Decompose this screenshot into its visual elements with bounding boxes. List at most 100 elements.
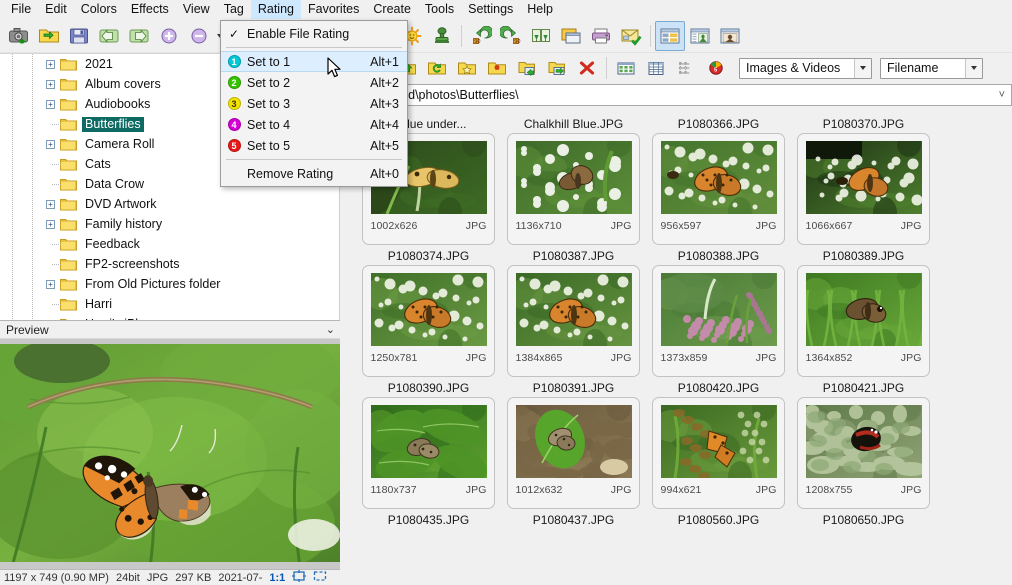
window-mode-icon[interactable] bbox=[556, 21, 586, 51]
thumbnail-preview[interactable] bbox=[661, 273, 777, 346]
copy-to-folder-icon[interactable] bbox=[512, 53, 542, 83]
actual-size-icon[interactable] bbox=[313, 570, 327, 585]
open-folder-icon[interactable] bbox=[34, 21, 64, 51]
file-type-filter-caret-icon[interactable] bbox=[854, 59, 871, 78]
thumbnail-card[interactable]: 1364x852JPG bbox=[797, 265, 930, 377]
thumbnail-cell[interactable]: P1080560.JPG bbox=[646, 512, 791, 529]
clone-stamp-icon[interactable] bbox=[427, 21, 457, 51]
thumbnail-card[interactable]: 1012x632JPG bbox=[507, 397, 640, 509]
menu-file[interactable]: File bbox=[4, 0, 38, 19]
thumbnail-preview[interactable] bbox=[661, 141, 777, 214]
thumbnail-cell[interactable]: P1080387.JPG1384x865JPG bbox=[501, 248, 646, 377]
thumbnail-cell[interactable]: P1080420.JPG994x621JPG bbox=[646, 380, 791, 509]
thumbnail-preview[interactable] bbox=[661, 405, 777, 478]
acquire-images-icon[interactable] bbox=[4, 21, 34, 51]
save-as-icon[interactable] bbox=[64, 21, 94, 51]
thumbnail-cell[interactable]: P1080389.JPG1364x852JPG bbox=[791, 248, 936, 377]
compare-images-icon[interactable] bbox=[526, 21, 556, 51]
folder-path-bar[interactable]: k\NextCloud\photos\Butterflies\ ˅ bbox=[340, 84, 1012, 106]
menu-settings[interactable]: Settings bbox=[461, 0, 520, 19]
menu-effects[interactable]: Effects bbox=[124, 0, 176, 19]
path-dropdown-chevron-icon[interactable]: ˅ bbox=[999, 89, 1005, 101]
tree-item-fp2-screenshots[interactable]: FP2-screenshots bbox=[0, 254, 339, 274]
previous-image-icon[interactable] bbox=[94, 21, 124, 51]
thumbnail-card[interactable]: 1250x781JPG bbox=[362, 265, 495, 377]
zoom-in-icon[interactable] bbox=[154, 21, 184, 51]
expand-toggle-icon[interactable]: + bbox=[46, 200, 55, 209]
menu-item-set-to-3[interactable]: 3Set to 3Alt+3 bbox=[221, 93, 407, 114]
new-folder-icon[interactable] bbox=[482, 53, 512, 83]
expand-toggle-icon[interactable]: + bbox=[46, 220, 55, 229]
sort-by-caret-icon[interactable] bbox=[965, 59, 982, 78]
menu-item-enable-file-rating[interactable]: ✓ Enable File Rating bbox=[221, 23, 407, 44]
menu-edit[interactable]: Edit bbox=[38, 0, 74, 19]
thumbnail-cell[interactable]: Chalkhill Blue.JPG1136x710JPG bbox=[501, 116, 646, 245]
refresh-folder-icon[interactable] bbox=[422, 53, 452, 83]
thumbnail-card[interactable]: 1136x710JPG bbox=[507, 133, 640, 245]
menu-item-set-to-4[interactable]: 4Set to 4Alt+4 bbox=[221, 114, 407, 135]
menu-favorites[interactable]: Favorites bbox=[301, 0, 366, 19]
thumbnail-card[interactable]: 1208x755JPG bbox=[797, 397, 930, 509]
rotate-left-icon[interactable]: 90 bbox=[466, 21, 496, 51]
menu-create[interactable]: Create bbox=[366, 0, 418, 19]
tree-item-harri[interactable]: Harri bbox=[0, 294, 339, 314]
preview-image[interactable] bbox=[0, 339, 340, 569]
thumbnail-cell[interactable]: P1080388.JPG1373x859JPG bbox=[646, 248, 791, 377]
tag-color-icon[interactable]: 5 bbox=[701, 53, 731, 83]
expand-toggle-icon[interactable]: + bbox=[46, 100, 55, 109]
thumbnail-list-icon[interactable] bbox=[611, 53, 641, 83]
menu-item-set-to-5[interactable]: 5Set to 5Alt+5 bbox=[221, 135, 407, 156]
thumbnail-preview[interactable] bbox=[371, 273, 487, 346]
thumbnail-card[interactable]: 1373x859JPG bbox=[652, 265, 785, 377]
menu-view[interactable]: View bbox=[176, 0, 217, 19]
email-icon[interactable] bbox=[616, 21, 646, 51]
file-type-filter-combo[interactable]: Images & Videos bbox=[739, 58, 872, 79]
tree-item-feedback[interactable]: Feedback bbox=[0, 234, 339, 254]
rating-dropdown-menu[interactable]: ✓ Enable File Rating 1Set to 1Alt+12Set … bbox=[220, 20, 408, 187]
small-icons-icon[interactable]: 0=0=0=0=0=0= bbox=[671, 53, 701, 83]
view-thumbnails-icon[interactable] bbox=[655, 21, 685, 51]
thumbnail-preview[interactable] bbox=[516, 273, 632, 346]
thumbnail-preview[interactable] bbox=[806, 273, 922, 346]
print-icon[interactable] bbox=[586, 21, 616, 51]
favorites-folder-icon[interactable] bbox=[452, 53, 482, 83]
thumbnail-cell[interactable]: P1080421.JPG1208x755JPG bbox=[791, 380, 936, 509]
next-image-icon[interactable] bbox=[124, 21, 154, 51]
move-to-folder-icon[interactable] bbox=[542, 53, 572, 83]
thumbnail-card[interactable]: 1066x667JPG bbox=[797, 133, 930, 245]
thumbnail-cell[interactable]: P1080390.JPG1180x737JPG bbox=[356, 380, 501, 509]
menu-tag[interactable]: Tag bbox=[217, 0, 251, 19]
thumbnail-preview[interactable] bbox=[371, 405, 487, 478]
menu-help[interactable]: Help bbox=[520, 0, 560, 19]
double-chevron-down-icon[interactable]: ⌄ bbox=[326, 323, 334, 336]
thumbnail-preview[interactable] bbox=[516, 141, 632, 214]
thumbnail-preview[interactable] bbox=[516, 405, 632, 478]
expand-toggle-icon[interactable]: + bbox=[46, 80, 55, 89]
thumbnail-cell[interactable]: P1080391.JPG1012x632JPG bbox=[501, 380, 646, 509]
expand-toggle-icon[interactable]: + bbox=[46, 60, 55, 69]
thumbnail-preview[interactable] bbox=[806, 405, 922, 478]
thumbnail-cell[interactable]: P1080435.JPG bbox=[356, 512, 501, 529]
thumbnail-cell[interactable]: P1080374.JPG1250x781JPG bbox=[356, 248, 501, 377]
thumbnail-browser[interactable]: ll Blue under...1002x626JPGChalkhill Blu… bbox=[340, 107, 1012, 585]
thumbnail-card[interactable]: 956x597JPG bbox=[652, 133, 785, 245]
thumbnail-cell[interactable]: P1080366.JPG956x597JPG bbox=[646, 116, 791, 245]
delete-icon[interactable] bbox=[572, 53, 602, 83]
tree-item-dvd-artwork[interactable]: +DVD Artwork bbox=[0, 194, 339, 214]
fit-to-window-icon[interactable] bbox=[292, 570, 306, 585]
view-filmstrip-icon[interactable] bbox=[685, 21, 715, 51]
expand-toggle-icon[interactable]: + bbox=[46, 140, 55, 149]
menu-rating[interactable]: Rating bbox=[251, 0, 301, 19]
expand-toggle-icon[interactable]: + bbox=[46, 280, 55, 289]
menu-item-set-to-2[interactable]: 2Set to 2Alt+2 bbox=[221, 72, 407, 93]
thumbnail-card[interactable]: 1180x737JPG bbox=[362, 397, 495, 509]
menu-tools[interactable]: Tools bbox=[418, 0, 461, 19]
tree-item-from-old-pictures-folder[interactable]: +From Old Pictures folder bbox=[0, 274, 339, 294]
rotate-right-icon[interactable]: 90 bbox=[496, 21, 526, 51]
details-list-icon[interactable] bbox=[641, 53, 671, 83]
thumbnail-card[interactable]: 994x621JPG bbox=[652, 397, 785, 509]
tree-item-family-history[interactable]: +Family history bbox=[0, 214, 339, 234]
sort-by-combo[interactable]: Filename bbox=[880, 58, 983, 79]
thumbnail-cell[interactable]: P1080370.JPG1066x667JPG bbox=[791, 116, 936, 245]
menu-item-remove-rating[interactable]: Remove Rating Alt+0 bbox=[221, 163, 407, 184]
